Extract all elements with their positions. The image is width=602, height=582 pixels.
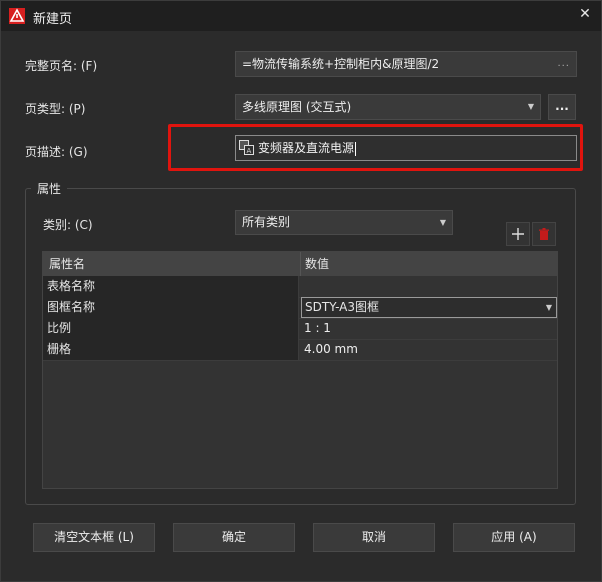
page-desc-value: 变频器及直流电源 — [258, 141, 355, 155]
ok-button[interactable]: 确定 — [173, 523, 295, 552]
table-row[interactable]: 比例 1 : 1 — [43, 318, 557, 340]
full-page-name-value: =物流传输系统+控制柜内&原理图/2 — [242, 57, 440, 71]
property-name-cell: 表格名称 — [43, 276, 299, 297]
table-header: 属性名 数值 — [43, 252, 557, 276]
page-type-select[interactable]: 多线原理图 (交互式) ▼ — [235, 94, 541, 120]
full-page-name-field[interactable]: =物流传输系统+控制柜内&原理图/2 ... — [235, 51, 577, 77]
table-row[interactable]: 图框名称 SDTY-A3图框 ▼ — [43, 297, 557, 319]
page-type-value: 多线原理图 (交互式) — [242, 100, 352, 114]
property-value-cell[interactable]: 1 : 1 — [300, 318, 557, 339]
column-header-value[interactable]: 数值 — [305, 252, 329, 276]
new-page-dialog: 新建页 ✕ 完整页名: (F) =物流传输系统+控制柜内&原理图/2 ... 页… — [0, 0, 602, 582]
page-desc-input[interactable]: A 变频器及直流电源 — [235, 135, 577, 161]
category-label: 类别: (C) — [43, 218, 93, 232]
property-value-cell[interactable] — [300, 276, 557, 297]
chevron-down-icon[interactable]: ▼ — [522, 95, 540, 119]
delete-property-button[interactable] — [532, 222, 556, 246]
properties-group-title: 属性 — [31, 180, 68, 197]
close-icon[interactable]: ✕ — [575, 4, 595, 24]
category-select[interactable]: 所有类别 ▼ — [235, 210, 453, 235]
app-logo-icon — [9, 8, 25, 24]
plus-icon — [512, 228, 524, 240]
title-bar: 新建页 ✕ — [1, 1, 601, 31]
page-type-label: 页类型: (P) — [25, 102, 86, 116]
frame-name-select[interactable]: SDTY-A3图框 ▼ — [301, 297, 557, 318]
property-name-cell: 栅格 — [43, 339, 299, 360]
cancel-button[interactable]: 取消 — [313, 523, 435, 552]
clear-textboxes-button[interactable]: 清空文本框 (L) — [33, 523, 155, 552]
chevron-down-icon[interactable]: ▼ — [542, 298, 556, 317]
table-row[interactable]: 表格名称 — [43, 276, 557, 298]
browse-dots-icon[interactable]: ... — [557, 52, 570, 76]
table-row[interactable]: 栅格 4.00 mm — [43, 339, 557, 361]
category-value: 所有类别 — [242, 215, 291, 229]
svg-text:A: A — [247, 147, 252, 155]
property-value-cell[interactable]: 4.00 mm — [300, 339, 557, 360]
apply-button[interactable]: 应用 (A) — [453, 523, 575, 552]
properties-table: 属性名 数值 表格名称 图框名称 SDTY-A3图框 ▼ 比例 1 : 1 栅格… — [42, 251, 558, 489]
full-page-name-label: 完整页名: (F) — [25, 59, 98, 73]
text-caret — [355, 141, 357, 156]
property-name-cell: 图框名称 — [43, 297, 299, 318]
chevron-down-icon[interactable]: ▼ — [434, 211, 452, 234]
frame-name-value: SDTY-A3图框 — [305, 300, 380, 314]
multilanguage-icon[interactable]: A — [239, 140, 254, 155]
column-header-property-name[interactable]: 属性名 — [49, 252, 85, 276]
page-desc-label: 页描述: (G) — [25, 145, 88, 159]
property-name-cell: 比例 — [43, 318, 299, 339]
add-property-button[interactable] — [506, 222, 530, 246]
dialog-title: 新建页 — [33, 12, 73, 27]
page-type-more-button[interactable]: ... — [548, 94, 576, 120]
trash-icon — [539, 227, 549, 240]
